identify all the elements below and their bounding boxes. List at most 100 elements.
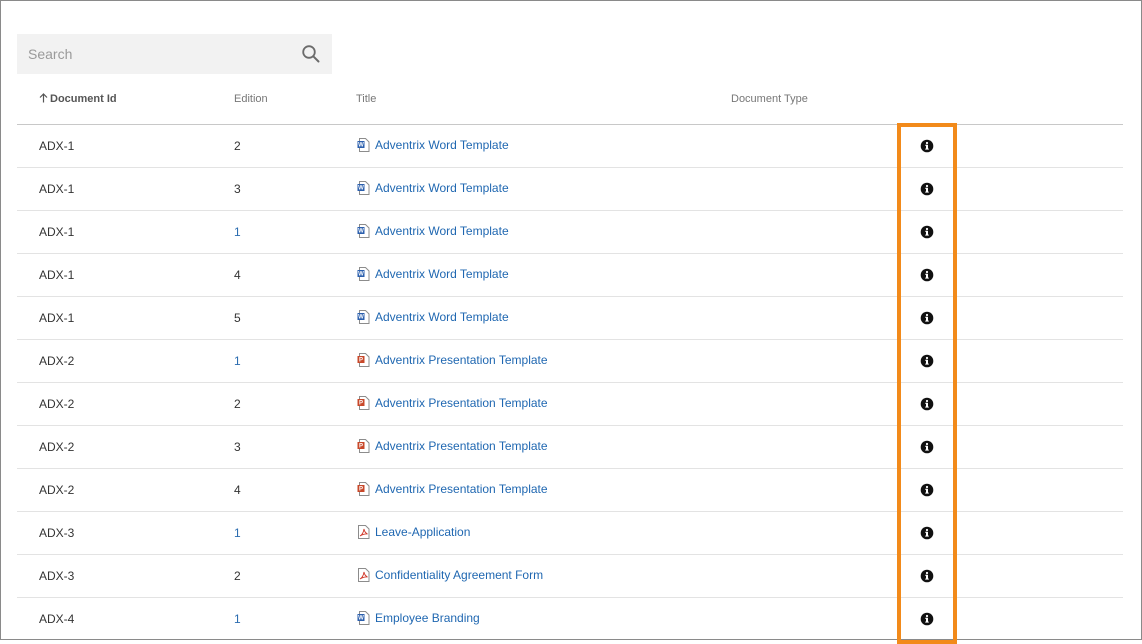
document-id-cell: ADX-2 — [39, 440, 75, 454]
table-row[interactable]: ADX-3 1 Leave-Application — [17, 512, 1123, 555]
edition-cell: 4 — [234, 483, 241, 497]
word-file-icon: W — [357, 138, 370, 152]
title-cell: P Adventrix Presentation Template — [357, 482, 548, 496]
document-title-link[interactable]: Adventrix Word Template — [375, 181, 509, 195]
powerpoint-file-icon: P — [357, 353, 370, 367]
edition-cell: 5 — [234, 311, 241, 325]
svg-text:P: P — [359, 444, 363, 450]
info-icon[interactable] — [920, 526, 934, 540]
title-cell: W Employee Branding — [357, 611, 480, 625]
table-row[interactable]: ADX-1 2 W Adventrix Word Template — [17, 125, 1123, 168]
table-row[interactable]: ADX-2 2 P Adventrix Presentation Template — [17, 383, 1123, 426]
word-file-icon: W — [357, 181, 370, 195]
info-icon[interactable] — [920, 483, 934, 497]
info-icon[interactable] — [920, 397, 934, 411]
document-title-link[interactable]: Leave-Application — [375, 525, 470, 539]
info-icon[interactable] — [920, 612, 934, 626]
svg-text:W: W — [358, 616, 364, 622]
column-header-label: Document Id — [50, 93, 117, 105]
table-row[interactable]: ADX-2 4 P Adventrix Presentation Template — [17, 469, 1123, 512]
svg-text:W: W — [358, 143, 364, 149]
column-header-document-type[interactable]: Document Type — [731, 93, 808, 105]
info-icon[interactable] — [920, 354, 934, 368]
table-row[interactable]: ADX-4 1 W Employee Branding — [17, 598, 1123, 639]
title-cell: P Adventrix Presentation Template — [357, 353, 548, 367]
title-cell: Confidentiality Agreement Form — [357, 568, 543, 582]
table-row[interactable]: ADX-2 3 P Adventrix Presentation Template — [17, 426, 1123, 469]
document-title-link[interactable]: Employee Branding — [375, 611, 480, 625]
document-id-cell: ADX-2 — [39, 354, 75, 368]
search-input[interactable] — [17, 34, 287, 74]
search-icon[interactable] — [301, 44, 321, 64]
svg-text:W: W — [358, 186, 364, 192]
info-icon[interactable] — [920, 225, 934, 239]
word-file-icon: W — [357, 611, 370, 625]
document-id-cell: ADX-1 — [39, 139, 75, 153]
edition-cell: 1 — [234, 612, 241, 626]
pdf-file-icon — [357, 525, 370, 539]
document-title-link[interactable]: Adventrix Presentation Template — [375, 396, 548, 410]
edition-cell: 1 — [234, 225, 241, 239]
column-header-edition[interactable]: Edition — [234, 93, 268, 105]
title-cell: W Adventrix Word Template — [357, 138, 509, 152]
title-cell: W Adventrix Word Template — [357, 267, 509, 281]
edition-cell: 1 — [234, 526, 241, 540]
info-icon[interactable] — [920, 311, 934, 325]
svg-text:P: P — [359, 487, 363, 493]
edition-cell: 1 — [234, 354, 241, 368]
info-icon[interactable] — [920, 569, 934, 583]
document-id-cell: ADX-2 — [39, 483, 75, 497]
edition-cell: 2 — [234, 139, 241, 153]
info-icon[interactable] — [920, 139, 934, 153]
table-row[interactable]: ADX-1 5 W Adventrix Word Template — [17, 297, 1123, 340]
document-list-panel: Document Id Edition Title Document Type … — [0, 0, 1142, 640]
edition-cell: 3 — [234, 440, 241, 454]
sort-ascending-icon — [39, 93, 48, 105]
document-title-link[interactable]: Adventrix Word Template — [375, 138, 509, 152]
document-title-link[interactable]: Adventrix Word Template — [375, 267, 509, 281]
table-row[interactable]: ADX-1 4 W Adventrix Word Template — [17, 254, 1123, 297]
document-title-link[interactable]: Adventrix Presentation Template — [375, 353, 548, 367]
info-icon[interactable] — [920, 440, 934, 454]
info-icon[interactable] — [920, 268, 934, 282]
word-file-icon: W — [357, 267, 370, 281]
column-header-document-id[interactable]: Document Id — [39, 93, 117, 105]
svg-text:W: W — [358, 229, 364, 235]
title-cell: W Adventrix Word Template — [357, 310, 509, 324]
title-cell: W Adventrix Word Template — [357, 224, 509, 238]
powerpoint-file-icon: P — [357, 482, 370, 496]
title-cell: P Adventrix Presentation Template — [357, 396, 548, 410]
document-title-link[interactable]: Adventrix Presentation Template — [375, 482, 548, 496]
edition-cell: 3 — [234, 182, 241, 196]
document-title-link[interactable]: Adventrix Word Template — [375, 224, 509, 238]
document-id-cell: ADX-1 — [39, 311, 75, 325]
title-cell: W Adventrix Word Template — [357, 181, 509, 195]
document-title-link[interactable]: Adventrix Word Template — [375, 310, 509, 324]
edition-cell: 4 — [234, 268, 241, 282]
document-id-cell: ADX-1 — [39, 225, 75, 239]
document-title-link[interactable]: Adventrix Presentation Template — [375, 439, 548, 453]
svg-text:P: P — [359, 401, 363, 407]
edition-cell: 2 — [234, 569, 241, 583]
column-header-title[interactable]: Title — [356, 93, 376, 105]
svg-text:W: W — [358, 272, 364, 278]
pdf-file-icon — [357, 568, 370, 582]
svg-text:W: W — [358, 315, 364, 321]
document-id-cell: ADX-3 — [39, 569, 75, 583]
table-row[interactable]: ADX-1 1 W Adventrix Word Template — [17, 211, 1123, 254]
table-row[interactable]: ADX-1 3 W Adventrix Word Template — [17, 168, 1123, 211]
word-file-icon: W — [357, 310, 370, 324]
title-cell: P Adventrix Presentation Template — [357, 439, 548, 453]
svg-text:P: P — [359, 358, 363, 364]
document-id-cell: ADX-4 — [39, 612, 75, 626]
table-row[interactable]: ADX-3 2 Confidentiality Agreement Form — [17, 555, 1123, 598]
title-cell: Leave-Application — [357, 525, 470, 539]
document-title-link[interactable]: Confidentiality Agreement Form — [375, 568, 543, 582]
word-file-icon: W — [357, 224, 370, 238]
table-row[interactable]: ADX-2 1 P Adventrix Presentation Template — [17, 340, 1123, 383]
edition-cell: 2 — [234, 397, 241, 411]
info-icon[interactable] — [920, 182, 934, 196]
table-body: ADX-1 2 W Adventrix Word Template ADX-1 3 W Adv… — [17, 125, 1123, 639]
powerpoint-file-icon: P — [357, 396, 370, 410]
search-box — [17, 34, 332, 74]
